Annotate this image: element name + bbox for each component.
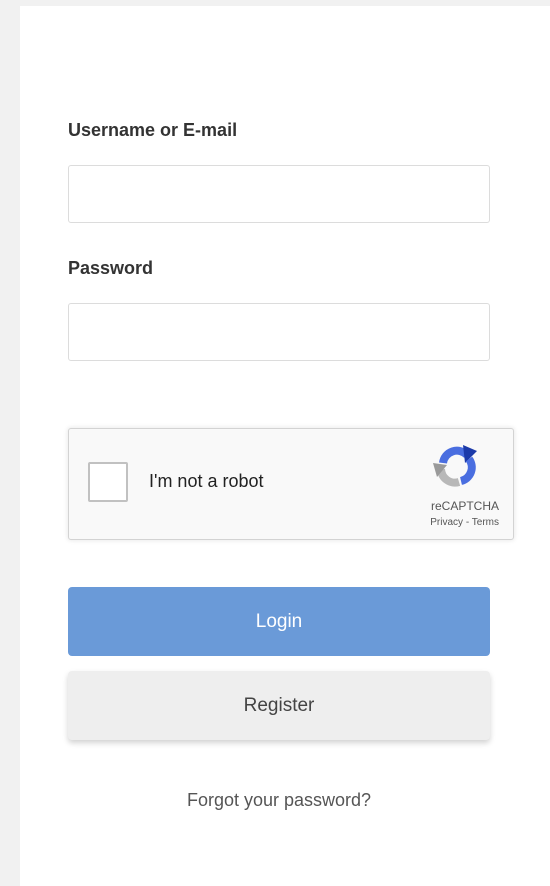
username-input[interactable]	[68, 165, 490, 223]
login-button[interactable]: Login	[68, 587, 490, 656]
recaptcha-logo-icon	[433, 445, 477, 487]
recaptcha-link-separator: -	[463, 517, 472, 528]
password-input[interactable]	[68, 303, 490, 361]
recaptcha-checkbox-label: I'm not a robot	[149, 471, 264, 491]
register-button[interactable]: Register	[68, 671, 490, 740]
recaptcha-checkbox[interactable]	[88, 462, 128, 502]
password-label: Password	[68, 258, 154, 278]
recaptcha-widget: I'm not a robot reCAPTCHA Privacy - Term…	[68, 428, 514, 540]
recaptcha-terms-link[interactable]: Terms	[472, 517, 499, 528]
username-label: Username or E-mail	[68, 120, 238, 140]
login-panel: Username or E-mail Password I'm not a ro…	[20, 6, 550, 886]
recaptcha-brand: reCAPTCHA	[430, 499, 499, 513]
recaptcha-links: Privacy - Terms	[395, 517, 499, 528]
recaptcha-privacy-link[interactable]: Privacy	[430, 517, 463, 528]
forgot-password-link[interactable]: Forgot your password?	[68, 790, 490, 811]
